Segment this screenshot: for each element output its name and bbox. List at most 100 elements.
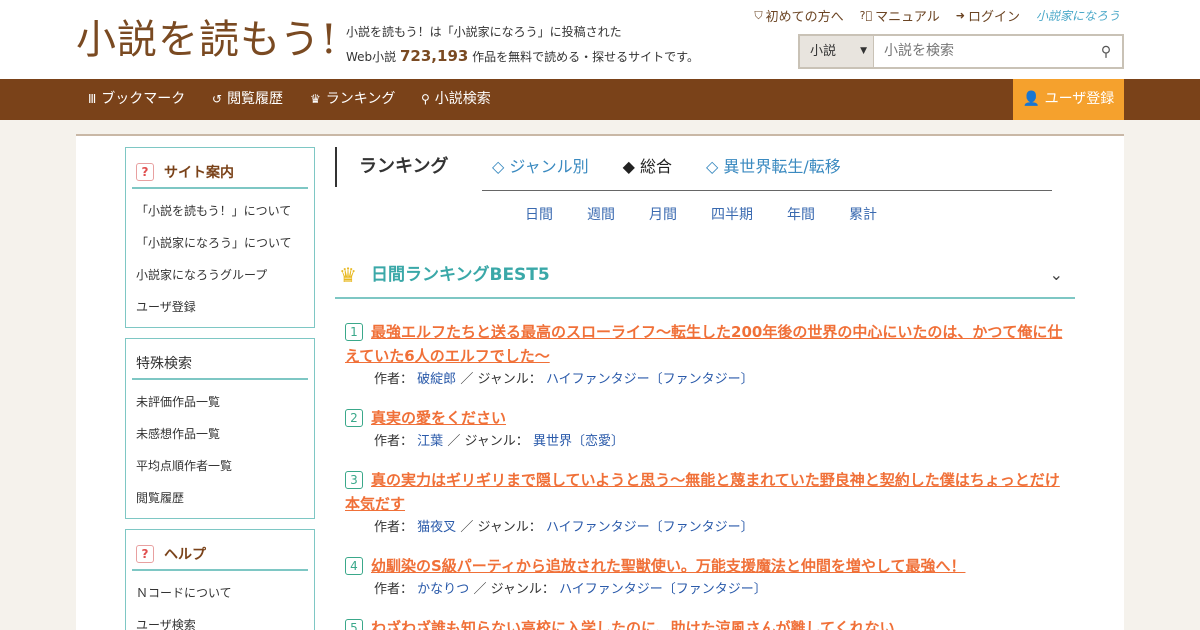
search-input[interactable] — [874, 36, 1090, 67]
entry-genre[interactable]: ハイファンタジー〔ファンタジー〕 — [559, 582, 767, 597]
site-guide-list: 「小説を読もう！」について 「小説家になろう」について 小説家になろうグループ … — [126, 189, 314, 325]
genre-label: ／ ジャンル： — [460, 372, 542, 387]
ranking-entry: 5 わざわざ誰も知らない高校に入学したのに、助けた涼風さんが離してくれない — [345, 616, 1065, 630]
tab-genre[interactable]: ◇ ジャンル別 — [492, 147, 589, 187]
help-item[interactable]: Ｎコードについて — [136, 577, 314, 609]
period-daily[interactable]: 日間 — [525, 204, 553, 224]
special-search-item[interactable]: 平均点順作者一覧 — [136, 450, 314, 482]
ranking-entry: 1 最強エルフたちと送る最高のスローライフ～転生した200年後の世界の中心にいたの… — [345, 320, 1065, 391]
best5-header[interactable]: ♛ 日間ランキングBEST5 ⌄ — [335, 253, 1075, 299]
link-manual[interactable]: ?⃝ マニュアル — [860, 6, 940, 25]
narou-brand-logo[interactable]: 小説家になろう — [1036, 7, 1120, 24]
chevron-down-icon[interactable]: ⌄ — [1050, 265, 1063, 284]
period-monthly[interactable]: 月間 — [649, 204, 677, 224]
rank-number: 1 — [345, 323, 363, 341]
tagline-suffix: 作品を無料で読める・探せるサイトです。 — [472, 50, 699, 64]
history-icon: ↺ — [212, 92, 223, 106]
search-category-value: 小説 — [810, 44, 837, 59]
rank-number: 2 — [345, 409, 363, 427]
link-manual-label: マニュアル — [875, 10, 940, 25]
tab-overall[interactable]: ◆ 総合 — [623, 147, 672, 187]
entry-meta: 作者： かなりつ ／ ジャンル： ハイファンタジー〔ファンタジー〕 — [345, 579, 1065, 601]
ranking-tabs: ◇ ジャンル別 ◆ 総合 ◇ 異世界転生/転移 — [492, 147, 841, 187]
special-search-item[interactable]: 未評価作品一覧 — [136, 386, 314, 418]
author-label: 作者： — [374, 372, 414, 387]
entry-genre[interactable]: 異世界〔恋愛〕 — [533, 434, 624, 449]
site-guide-item[interactable]: 「小説家になろう」について — [136, 227, 314, 259]
main-nav: Ⅲ ブックマーク ↺ 閲覧履歴 ♛ ランキング ⚲ 小説検索 👤 ユーザ登録 — [0, 79, 1200, 120]
nav-register-label: ユーザ登録 — [1044, 91, 1115, 107]
caret-down-icon: ▼ — [860, 46, 867, 56]
sidebar-help: ? ヘルプ Ｎコードについて ユーザ検索 — [125, 529, 315, 630]
entry-genre[interactable]: ハイファンタジー〔ファンタジー〕 — [546, 372, 754, 387]
best5-title: 日間ランキングBEST5 — [371, 265, 550, 285]
entry-genre[interactable]: ハイファンタジー〔ファンタジー〕 — [546, 520, 754, 535]
ranking-entry: 4 幼馴染のS級パーティから追放された聖獣使い。万能支援魔法と仲間を増やして最強へ… — [345, 554, 1065, 601]
special-search-item[interactable]: 未感想作品一覧 — [136, 418, 314, 450]
nav-search-label: 小説検索 — [434, 91, 491, 107]
period-yearly[interactable]: 年間 — [787, 204, 815, 224]
search-bar: 小説 ▼ ⚲ — [798, 34, 1124, 69]
search-category-select[interactable]: 小説 ▼ — [800, 36, 874, 67]
crown-icon: ♛ — [310, 92, 321, 106]
period-cumulative[interactable]: 累計 — [849, 204, 877, 224]
shield-icon: ⛉ — [754, 8, 763, 22]
nav-register-button[interactable]: 👤 ユーザ登録 — [1013, 79, 1124, 120]
genre-label: ／ ジャンル： — [447, 434, 529, 449]
entry-title-link[interactable]: 5 わざわざ誰も知らない高校に入学したのに、助けた涼風さんが離してくれない — [345, 616, 1065, 630]
link-first-time-label: 初めての方へ — [765, 10, 844, 25]
nav-bookmark[interactable]: Ⅲ ブックマーク — [88, 79, 185, 120]
entry-title: わざわざ誰も知らない高校に入学したのに、助けた涼風さんが離してくれない — [371, 619, 895, 630]
sidebar-site-guide: ? サイト案内 「小説を読もう！」について 「小説家になろう」について 小説家にな… — [125, 147, 315, 328]
ranking-entry: 3 真の実力はギリギリまで隠していようと思う～無能と蔑まれていた野良神と契約した僕… — [345, 468, 1065, 539]
question-icon: ? — [136, 544, 154, 563]
search-icon: ⚲ — [1100, 43, 1112, 60]
tab-isekai[interactable]: ◇ 異世界転生/転移 — [706, 147, 841, 187]
period-weekly[interactable]: 週間 — [587, 204, 615, 224]
link-first-time[interactable]: ⛉ 初めての方へ — [754, 6, 844, 26]
tabs-divider — [482, 190, 1052, 191]
user-icon: 👤 — [1022, 91, 1045, 107]
site-guide-item[interactable]: ユーザ登録 — [136, 291, 314, 323]
entry-author[interactable]: 猫夜叉 — [417, 520, 456, 535]
entry-title: 真の実力はギリギリまで隠していようと思う～無能と蔑まれていた野良神と契約した僕は… — [345, 471, 1060, 513]
help-item[interactable]: ユーザ検索 — [136, 609, 314, 630]
tagline-prefix: Web小説 — [346, 50, 397, 64]
nav-search[interactable]: ⚲ 小説検索 — [421, 79, 491, 120]
nav-history[interactable]: ↺ 閲覧履歴 — [212, 79, 283, 120]
rank-number: 3 — [345, 471, 363, 489]
rank-number: 5 — [345, 619, 363, 630]
novel-count: 723,193 — [400, 47, 469, 65]
entry-title-link[interactable]: 4 幼馴染のS級パーティから追放された聖獣使い。万能支援魔法と仲間を増やして最強へ… — [345, 554, 1065, 578]
help-title-text: ヘルプ — [164, 546, 206, 563]
tagline-line2: Web小説 723,193 作品を無料で読める・探せるサイトです。 — [346, 44, 699, 69]
site-logo[interactable]: 小説を読もう! — [76, 12, 338, 68]
entry-title: 幼馴染のS級パーティから追放された聖獣使い。万能支援魔法と仲間を増やして最強へ！ — [371, 557, 966, 575]
link-login[interactable]: ➜ ログイン — [956, 6, 1020, 25]
author-label: 作者： — [374, 582, 414, 597]
entry-title: 真実の愛をください — [371, 409, 507, 427]
entry-author[interactable]: 江葉 — [417, 434, 443, 449]
entry-author[interactable]: 破綻郎 — [417, 372, 456, 387]
site-guide-title-text: サイト案内 — [164, 164, 234, 181]
site-guide-item[interactable]: 「小説を読もう！」について — [136, 195, 314, 227]
nav-ranking[interactable]: ♛ ランキング — [310, 79, 395, 120]
rank-number: 4 — [345, 557, 363, 575]
search-button[interactable]: ⚲ — [1090, 36, 1122, 67]
entry-meta: 作者： 破綻郎 ／ ジャンル： ハイファンタジー〔ファンタジー〕 — [345, 369, 1065, 391]
entry-title-link[interactable]: 2 真実の愛をください — [345, 406, 1065, 430]
entry-author[interactable]: かなりつ — [417, 582, 469, 597]
bookmark-icon: Ⅲ — [88, 92, 97, 106]
entry-meta: 作者： 江葉 ／ ジャンル： 異世界〔恋愛〕 — [345, 431, 1065, 453]
login-icon: ➜ — [955, 9, 965, 22]
period-quarterly[interactable]: 四半期 — [711, 204, 753, 224]
genre-label: ／ ジャンル： — [460, 520, 542, 535]
genre-label: ／ ジャンル： — [473, 582, 555, 597]
question-icon: ? — [136, 162, 154, 181]
special-search-title: 特殊検索 — [132, 347, 308, 380]
special-search-item[interactable]: 閲覧履歴 — [136, 482, 314, 514]
site-guide-item[interactable]: 小説家になろうグループ — [136, 259, 314, 291]
entry-title-link[interactable]: 3 真の実力はギリギリまで隠していようと思う～無能と蔑まれていた野良神と契約した僕… — [345, 468, 1065, 516]
ranking-list: 1 最強エルフたちと送る最高のスローライフ～転生した200年後の世界の中心にいたの… — [345, 320, 1065, 630]
entry-title-link[interactable]: 1 最強エルフたちと送る最高のスローライフ～転生した200年後の世界の中心にいたの… — [345, 320, 1065, 368]
